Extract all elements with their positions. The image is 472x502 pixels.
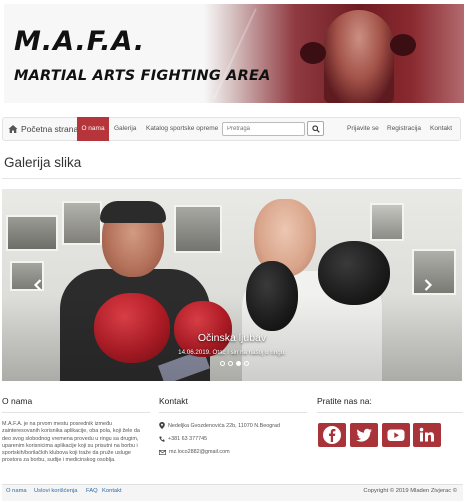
phone-icon [159,436,165,442]
header-banner: M.A.F.A. MARTIAL ARTS FIGHTING AREA [4,4,464,103]
page-title: Galerija slika [4,155,82,170]
footer-link-faq[interactable]: FAQ [86,488,98,494]
nav-item-prijavite-se[interactable]: Prijavite se [347,118,379,140]
divider [2,178,461,179]
footer-link-kontakt[interactable]: Kontakt [102,488,122,494]
search-input[interactable] [222,122,305,136]
nav-item-kontakt[interactable]: Kontakt [430,118,452,140]
twitter-icon [356,428,372,442]
footer-about-title: O nama [2,396,33,406]
nav-item-galerija[interactable]: Galerija [114,118,136,140]
home-icon [8,125,18,133]
carousel-caption-title: Očinska ljubav [197,332,267,344]
footer-contact-title: Kontakt [159,396,188,406]
envelope-icon [159,449,166,455]
nav-home-link[interactable]: Početna strana [8,118,78,140]
carousel-prev-icon[interactable] [30,277,46,293]
linkedin-button[interactable] [413,423,441,447]
nav-item-registracija[interactable]: Registracija [387,118,421,140]
main-navbar: Početna strana O nama Galerija Katalog s… [2,117,461,141]
facebook-button[interactable] [318,423,346,447]
carousel-indicator[interactable] [228,361,233,366]
footer-link-o-nama[interactable]: O nama [6,488,27,494]
footer-link-uslovi[interactable]: Uslovi korišćenja [34,488,78,494]
nav-item-katalog[interactable]: Katalog sportske opreme [146,118,218,140]
copyright-text: Copyright © 2019 Mladen Zivjerac © [363,488,457,494]
divider [2,412,150,413]
linkedin-icon [419,427,434,442]
contact-email[interactable]: mz.loco2882@gmail.com [159,449,230,455]
carousel-indicator-active[interactable] [236,361,241,366]
contact-phone-text: +381 63 377745 [168,436,208,442]
youtube-button[interactable] [382,423,410,447]
youtube-icon [387,429,405,441]
banner-fighter-photo [204,4,464,103]
contact-email-text[interactable]: mz.loco2882@gmail.com [169,449,230,455]
contact-address-text: Nedeljka Gvozdenovića 22b, 11070 N.Beogr… [168,422,280,429]
site-logo-title[interactable]: M.A.F.A. [14,26,145,57]
divider [159,412,307,413]
contact-phone: +381 63 377745 [159,436,207,442]
footer-about-text: M.A.F.A. je na prvom mestu posrednik izm… [2,421,140,464]
site-logo-subtitle: MARTIAL ARTS FIGHTING AREA [14,68,271,84]
search-icon [312,125,320,133]
nav-home-label: Početna strana [21,124,79,134]
carousel-next-icon[interactable] [420,277,436,293]
search-button[interactable] [307,121,324,136]
divider [317,412,463,413]
footer-bottom-bar: O nama Uslovi korišćenja FAQ Kontakt Cop… [2,484,463,501]
image-carousel[interactable]: Očinska ljubav 14.06.2019. Otac i sin na… [2,189,462,381]
carousel-indicators [220,361,249,366]
carousel-indicator[interactable] [244,361,249,366]
carousel-caption-text: 14.06.2019. Otac i sin na našoj u ringu. [178,349,286,356]
twitter-button[interactable] [350,423,378,447]
carousel-indicator[interactable] [220,361,225,366]
contact-address: Nedeljka Gvozdenovića 22b, 11070 N.Beogr… [159,422,280,429]
footer-follow-title: Pratite nas na: [317,396,372,406]
nav-item-o-nama[interactable]: O nama [77,117,109,141]
map-marker-icon [159,422,165,429]
facebook-icon [323,426,341,444]
